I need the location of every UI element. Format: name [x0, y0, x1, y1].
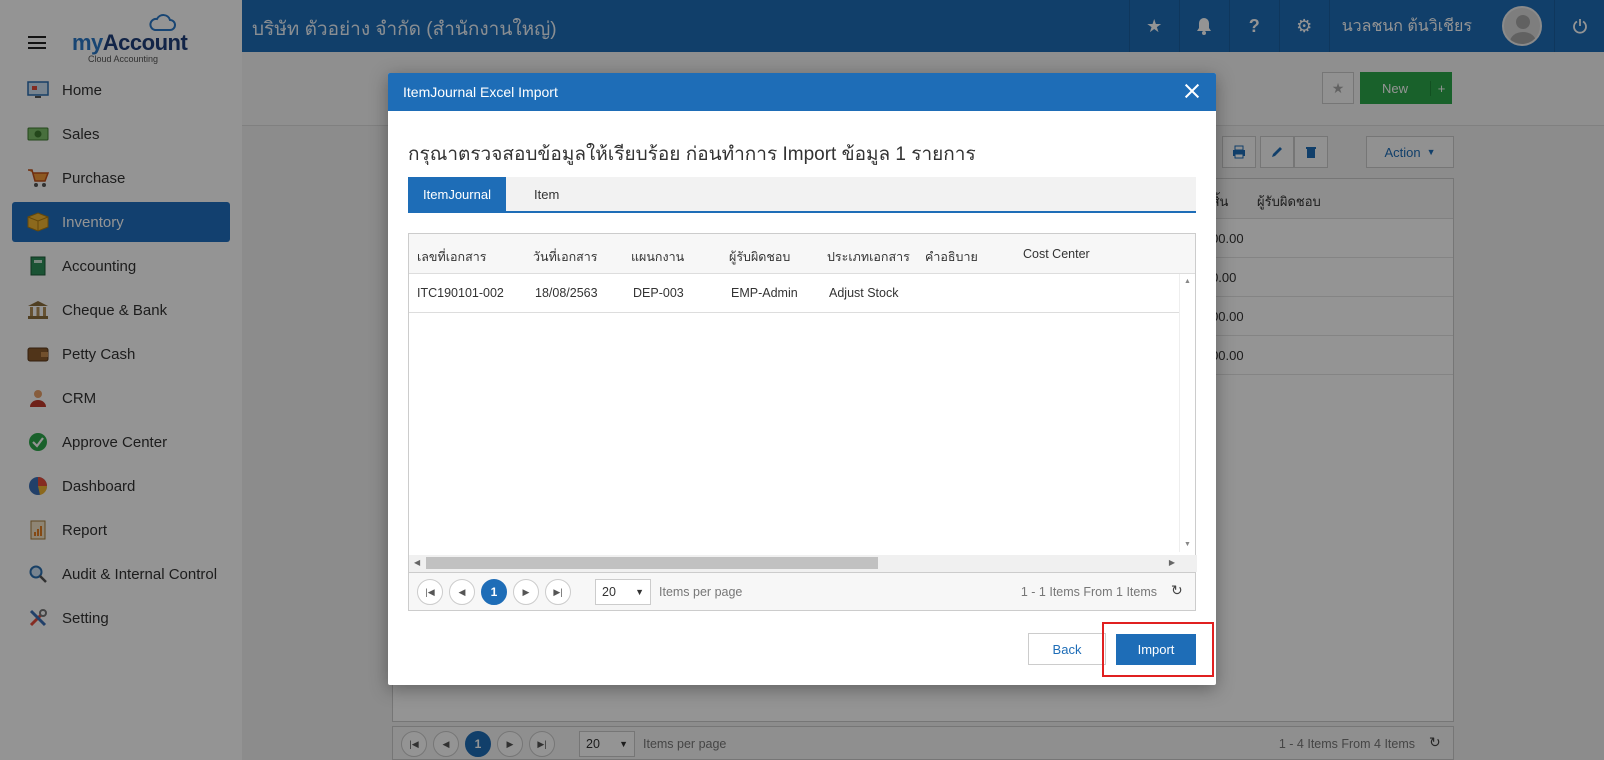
scrollbar-thumb[interactable]: [426, 557, 878, 569]
doc-type-cell: Adjust Stock: [829, 286, 899, 300]
page-size-value: 20: [602, 585, 616, 599]
scroll-up-icon[interactable]: ▲: [1184, 278, 1191, 285]
pager-info: 1 - 1 Items From 1 Items: [1020, 585, 1157, 599]
column-header[interactable]: แผนกงาน: [631, 247, 684, 267]
grid-header: เลขที่เอกสาร วันที่เอกสาร แผนกงาน ผู้รับ…: [409, 234, 1195, 274]
dialog-header: ItemJournal Excel Import: [388, 73, 1216, 111]
grid-body: ITC190101-002 18/08/2563 DEP-003 EMP-Adm…: [409, 274, 1181, 552]
vertical-scrollbar[interactable]: ▲ ▼: [1179, 274, 1195, 552]
import-dialog: ItemJournal Excel Import กรุณาตรวจสอบข้อ…: [388, 73, 1216, 685]
items-per-page-label: Items per page: [659, 585, 743, 599]
column-header[interactable]: เลขที่เอกสาร: [417, 247, 486, 267]
caret-down-icon: ▼: [635, 587, 644, 597]
doc-date-cell: 18/08/2563: [535, 286, 598, 300]
back-button[interactable]: Back: [1028, 633, 1106, 665]
scroll-left-icon[interactable]: ◀: [414, 558, 420, 567]
doc-number-cell: ITC190101-002: [417, 286, 504, 300]
dialog-instruction: กรุณาตรวจสอบข้อมูลให้เรียบร้อย ก่อนทำการ…: [408, 144, 976, 165]
column-header[interactable]: คำอธิบาย: [925, 247, 978, 267]
close-icon[interactable]: [1182, 81, 1202, 101]
responsible-cell: EMP-Admin: [731, 286, 798, 300]
page-button[interactable]: 1: [481, 579, 507, 605]
column-header[interactable]: วันที่เอกสาร: [533, 247, 598, 267]
tab-bar: ItemJournal Item: [408, 177, 1196, 213]
column-header[interactable]: ผู้รับผิดชอบ: [729, 247, 790, 267]
first-page-icon[interactable]: |◀: [417, 579, 443, 605]
scroll-down-icon[interactable]: ▼: [1184, 541, 1191, 548]
import-button[interactable]: Import: [1116, 634, 1196, 665]
scroll-right-icon[interactable]: ▶: [1169, 558, 1175, 567]
prev-page-icon[interactable]: ◀: [449, 579, 475, 605]
refresh-icon[interactable]: ↻: [1171, 582, 1187, 598]
next-page-icon[interactable]: ▶: [513, 579, 539, 605]
horizontal-scrollbar[interactable]: ◀ ▶: [409, 555, 1197, 572]
pager: |◀ ◀ 1 ▶ ▶| 20 ▼ Items per page 1 - 1 It…: [408, 573, 1196, 611]
column-header[interactable]: Cost Center: [1023, 247, 1090, 261]
column-header[interactable]: ประเภทเอกสาร: [827, 247, 910, 267]
tab-itemjournal[interactable]: ItemJournal: [408, 177, 506, 211]
dialog-title: ItemJournal Excel Import: [403, 84, 558, 100]
import-grid: เลขที่เอกสาร วันที่เอกสาร แผนกงาน ผู้รับ…: [408, 233, 1197, 573]
page-size-select[interactable]: 20 ▼: [595, 579, 651, 605]
table-row[interactable]: ITC190101-002 18/08/2563 DEP-003 EMP-Adm…: [409, 274, 1181, 313]
tab-item[interactable]: Item: [506, 177, 573, 211]
last-page-icon[interactable]: ▶|: [545, 579, 571, 605]
department-cell: DEP-003: [633, 286, 684, 300]
